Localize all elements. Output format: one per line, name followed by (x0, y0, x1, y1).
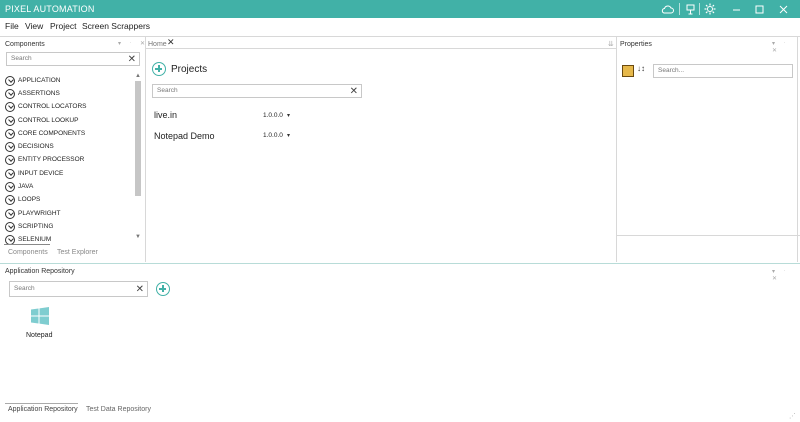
chevron-down-icon (5, 154, 15, 165)
menu-bar: File View Project Screen Scrappers (0, 18, 800, 34)
project-name[interactable]: Notepad Demo (154, 131, 215, 141)
menu-view[interactable]: View (25, 21, 43, 31)
component-category-control-locators[interactable]: CONTROL LOCATORS (5, 100, 87, 113)
doc-tab-underline (146, 48, 616, 49)
minimize-icon[interactable] (729, 2, 743, 16)
version-dropdown-icon[interactable]: ▾ (287, 112, 290, 119)
components-scrollbar[interactable] (135, 81, 141, 196)
scroll-up-icon[interactable]: ▲ (135, 73, 141, 79)
component-category-input-device[interactable]: INPUT DEVICE (5, 167, 63, 180)
chevron-down-icon (5, 141, 15, 152)
component-category-java[interactable]: JAVA (5, 180, 33, 193)
component-category-core-components[interactable]: CORE COMPONENTS (5, 127, 85, 140)
active-tab-indicator (5, 403, 78, 404)
properties-panel-title: Properties (620, 41, 652, 48)
close-tab-icon[interactable]: ✕ (167, 37, 175, 48)
components-panel-title: Components (5, 41, 45, 48)
title-bar: PIXEL AUTOMATION (0, 0, 800, 18)
titlebar-separator (699, 3, 700, 15)
component-category-loops[interactable]: LOOPS (5, 193, 40, 206)
categorized-icon[interactable] (622, 65, 634, 77)
sort-alpha-icon[interactable]: ↓↕ (637, 64, 645, 73)
clear-search-icon[interactable]: ✕ (350, 85, 358, 98)
chevron-down-icon (5, 168, 15, 179)
properties-search-placeholder: Search... (658, 67, 685, 74)
tab-test-explorer[interactable]: Test Explorer (57, 249, 98, 256)
properties-search-input[interactable]: Search... (653, 64, 793, 78)
chevron-down-icon (5, 101, 15, 112)
repository-search-placeholder: Search (14, 285, 35, 292)
chevron-down-icon (5, 221, 15, 232)
repository-panel-controls[interactable]: ▾ ᛫ ✕ (772, 268, 800, 282)
chevron-down-icon (5, 128, 15, 139)
chevron-down-icon (5, 88, 15, 99)
left-panel-divider (145, 36, 146, 262)
add-project-icon[interactable] (152, 62, 166, 76)
top-divider (0, 36, 800, 37)
right-panel-divider (616, 36, 617, 262)
project-search-input[interactable]: Search ✕ (152, 84, 362, 98)
collapse-icon[interactable]: ⇊ (608, 40, 614, 48)
cloud-icon[interactable] (660, 2, 674, 16)
repository-search-input[interactable]: Search ✕ (9, 281, 148, 297)
menu-screen-scrappers[interactable]: Screen Scrappers (82, 21, 150, 31)
component-category-decisions[interactable]: DECISIONS (5, 140, 54, 153)
notification-icon[interactable] (683, 2, 697, 16)
clear-search-icon[interactable]: ✕ (136, 283, 144, 296)
component-category-application[interactable]: APPLICATION (5, 74, 61, 87)
chevron-down-icon (5, 115, 15, 126)
menu-file[interactable]: File (5, 21, 19, 31)
windows-icon (31, 307, 49, 325)
close-icon[interactable] (776, 2, 790, 16)
project-search-placeholder: Search (157, 87, 178, 94)
repository-panel-title: Application Repository (5, 268, 75, 275)
application-tile[interactable]: Notepad (20, 305, 60, 345)
chevron-down-icon (5, 181, 15, 192)
menu-project[interactable]: Project (50, 21, 76, 31)
tab-application-repository[interactable]: Application Repository (8, 406, 78, 413)
bottom-panel-divider (0, 263, 800, 264)
component-category-entity-processor[interactable]: ENTITY PROCESSOR (5, 153, 84, 166)
resize-grip-icon[interactable]: ⋰ (789, 412, 796, 420)
component-category-assertions[interactable]: ASSERTIONS (5, 87, 60, 100)
maximize-icon[interactable] (752, 2, 766, 16)
app-title: PIXEL AUTOMATION (5, 4, 95, 14)
version-dropdown-icon[interactable]: ▾ (287, 132, 290, 139)
settings-icon[interactable] (703, 2, 717, 16)
properties-panel-controls[interactable]: ▾ ᛫ ✕ (772, 40, 800, 54)
selenium-focus-underline (4, 244, 50, 245)
chevron-down-icon (5, 194, 15, 205)
components-search-input[interactable]: Search ✕ (6, 52, 140, 66)
components-panel-controls[interactable]: ▾ ᛫ ✕ (118, 40, 148, 47)
application-name: Notepad (26, 332, 53, 339)
component-category-playwright[interactable]: PLAYWRIGHT (5, 207, 61, 220)
chevron-down-icon (5, 75, 15, 86)
components-search-placeholder: Search (11, 55, 32, 62)
project-name[interactable]: live.in (154, 110, 177, 120)
chevron-down-icon (5, 208, 15, 219)
tab-test-data-repository[interactable]: Test Data Repository (86, 406, 151, 413)
tab-home[interactable]: Home (148, 41, 167, 48)
clear-search-icon[interactable]: ✕ (128, 53, 136, 66)
properties-bottom-line (617, 235, 800, 236)
project-version[interactable]: 1.0.0.0 (263, 112, 283, 119)
project-version[interactable]: 1.0.0.0 (263, 132, 283, 139)
titlebar-separator (679, 3, 680, 15)
add-application-icon[interactable] (156, 282, 170, 296)
scroll-down-icon[interactable]: ▼ (135, 234, 141, 240)
tab-components[interactable]: Components (8, 249, 48, 256)
chevron-down-icon (5, 234, 15, 245)
component-category-control-lookup[interactable]: CONTROL LOOKUP (5, 114, 78, 127)
projects-heading: Projects (171, 64, 208, 75)
component-category-scripting[interactable]: SCRIPTING (5, 220, 53, 233)
right-edge-line (797, 36, 798, 262)
